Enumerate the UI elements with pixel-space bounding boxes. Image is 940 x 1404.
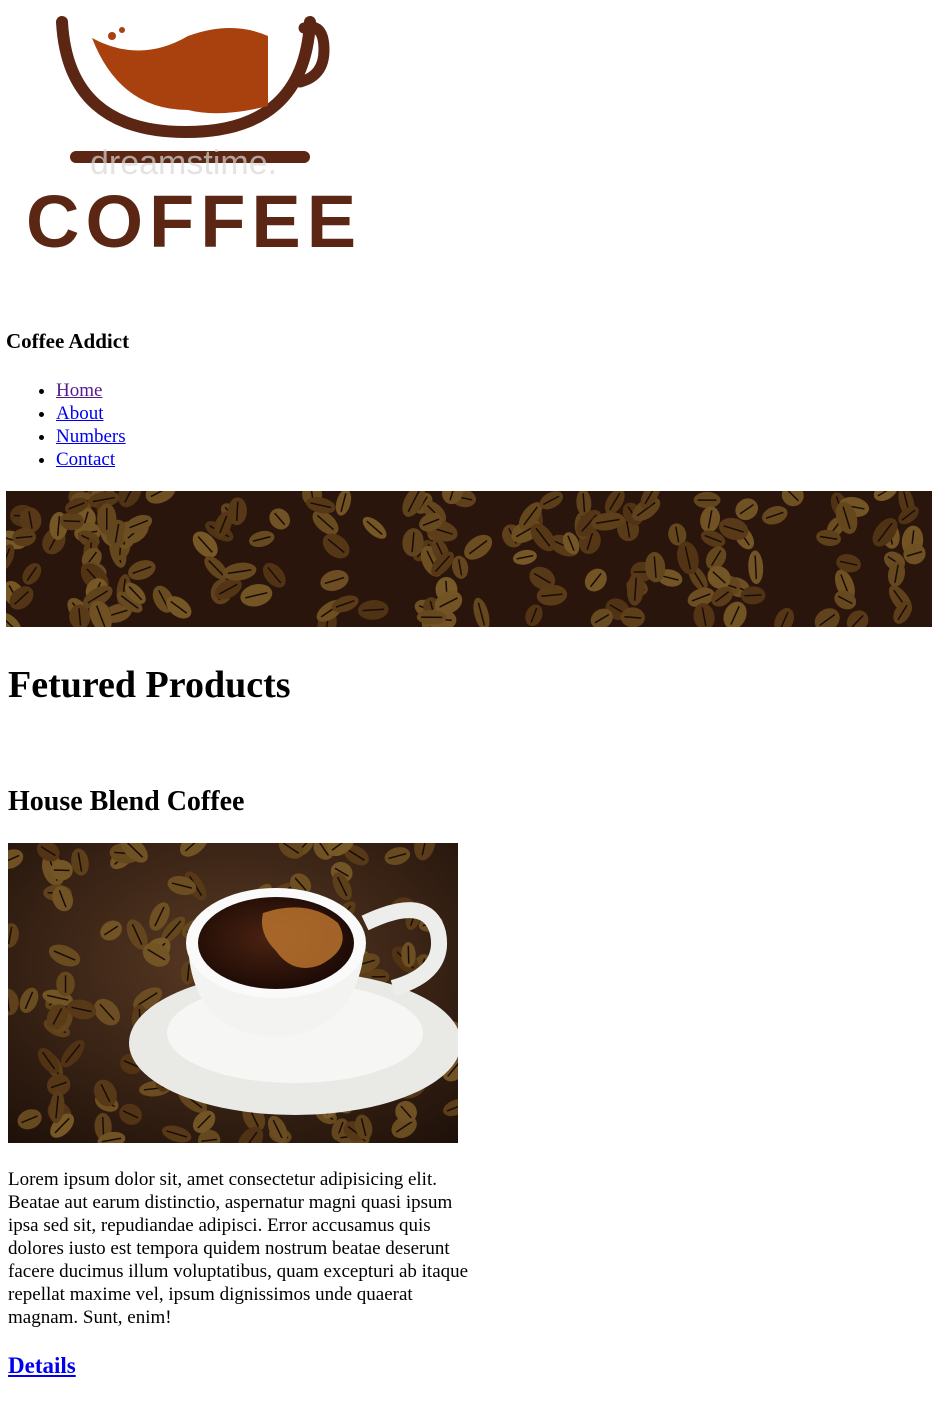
nav-link-home[interactable]: Home [56,380,102,401]
logo-wordmark: COFFEE [26,180,362,263]
nav-item-about: About [56,402,126,425]
nav-item-home: Home [56,379,126,402]
page-heading: Fetured Products [8,664,291,706]
product-description: Lorem ipsum dolor sit, amet consectetur … [8,1169,469,1328]
coffee-beans-banner [6,491,932,627]
site-title: Coffee Addict [6,329,130,353]
nav-item-numbers: Numbers [56,425,126,448]
details-link[interactable]: Details [8,1353,76,1378]
details-heading: Details [8,1352,76,1380]
watermark-text: dreamstime. [90,144,277,182]
nav-link-contact[interactable]: Contact [56,449,115,470]
coffee-logo: dreamstime. COFFEE [20,14,365,264]
nav-item-contact: Contact [56,448,126,471]
main-nav: Home About Numbers Contact [6,379,126,471]
coffee-cup-image [8,843,458,1143]
nav-link-numbers[interactable]: Numbers [56,426,126,447]
product-title: House Blend Coffee [8,786,245,817]
nav-link-about[interactable]: About [56,403,104,424]
